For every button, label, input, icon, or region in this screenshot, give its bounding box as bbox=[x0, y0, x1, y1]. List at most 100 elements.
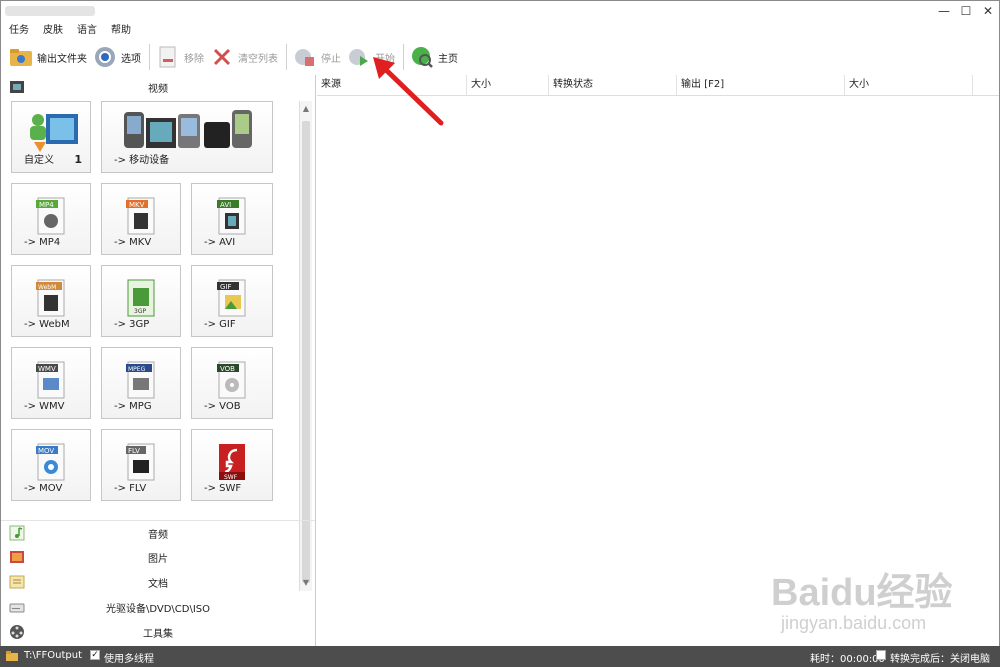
menu-task[interactable]: 任务 bbox=[9, 23, 29, 39]
category-video-label: 视频 bbox=[148, 83, 168, 95]
watermark-url: jingyan.baidu.com bbox=[781, 613, 927, 633]
toolbar-separator bbox=[286, 44, 287, 70]
format-grid: 自定义 1 -> 移动设备 MP4 -> MP4 MKV -> MKV AVI … bbox=[11, 101, 301, 591]
options-button[interactable]: 选项 bbox=[93, 44, 141, 70]
red-pointer-arrow bbox=[373, 57, 444, 126]
category-optical-disc[interactable]: 光驱设备\DVD\CD\ISO bbox=[1, 595, 315, 619]
tile-mobile-devices[interactable]: -> 移动设备 bbox=[101, 101, 273, 173]
menu-help[interactable]: 帮助 bbox=[111, 23, 131, 39]
swf-badge-text: SWF bbox=[224, 474, 238, 481]
tile-gif[interactable]: GIF -> GIF bbox=[191, 265, 273, 337]
mov-file-icon: MOV bbox=[34, 442, 68, 482]
3gp-file-icon: 3GP bbox=[124, 278, 158, 318]
tile-webm[interactable]: WebM -> WebM bbox=[11, 265, 91, 337]
picture-icon bbox=[9, 549, 25, 565]
clear-list-label: 清空列表 bbox=[238, 53, 278, 65]
mp4-file-icon: MP4 bbox=[34, 196, 68, 236]
category-image-label: 图片 bbox=[148, 553, 168, 565]
remove-button[interactable]: 移除 bbox=[156, 44, 204, 70]
vob-badge-text: VOB bbox=[220, 365, 235, 373]
wmv-badge-text: WMV bbox=[38, 365, 56, 373]
tile-label: -> MPG bbox=[114, 401, 152, 412]
tile-3gp[interactable]: 3GP -> 3GP bbox=[101, 265, 181, 337]
tile-wmv[interactable]: WMV -> WMV bbox=[11, 347, 91, 419]
flv-badge-text: FLV bbox=[128, 447, 140, 455]
output-path[interactable]: T:\FFOutput bbox=[24, 650, 82, 661]
category-document[interactable]: 文档 bbox=[1, 570, 315, 594]
tile-label: -> MP4 bbox=[24, 237, 61, 248]
tile-label: -> VOB bbox=[204, 401, 241, 412]
menu-skin[interactable]: 皮肤 bbox=[43, 23, 63, 39]
elapsed-time: 耗时：00:00:00 bbox=[810, 654, 885, 665]
tile-mpg[interactable]: MPEG -> MPG bbox=[101, 347, 181, 419]
mpeg-badge-text: MPEG bbox=[128, 366, 146, 373]
category-image[interactable]: 图片 bbox=[1, 545, 315, 569]
stop-icon bbox=[293, 45, 317, 69]
mkv-file-icon: MKV bbox=[124, 196, 158, 236]
window-title-blurred bbox=[5, 6, 95, 16]
folder-icon bbox=[9, 45, 33, 69]
tile-label: -> GIF bbox=[204, 319, 236, 330]
tile-label: -> 3GP bbox=[114, 319, 150, 330]
scroll-up-arrow-icon[interactable]: ▲ bbox=[300, 103, 312, 115]
menu-bar: 任务 皮肤 语言 帮助 bbox=[9, 23, 131, 39]
tile-label: -> FLV bbox=[114, 483, 147, 494]
category-tools-label: 工具集 bbox=[143, 628, 173, 640]
gif-file-icon: GIF bbox=[215, 278, 249, 318]
menu-language[interactable]: 语言 bbox=[77, 23, 97, 39]
tile-swf[interactable]: SWF -> SWF bbox=[191, 429, 273, 501]
tile-mov[interactable]: MOV -> MOV bbox=[11, 429, 91, 501]
scroll-thumb[interactable] bbox=[302, 121, 310, 583]
close-button[interactable]: ✕ bbox=[977, 3, 999, 19]
after-complete-label: 转换完成后：关闭电脑 bbox=[890, 654, 990, 665]
clear-list-button[interactable]: 清空列表 bbox=[210, 44, 278, 70]
category-video[interactable]: 视频 bbox=[1, 75, 315, 99]
multithread-label: 使用多线程 bbox=[104, 654, 154, 665]
film-icon bbox=[9, 79, 25, 95]
tile-mkv[interactable]: MKV -> MKV bbox=[101, 183, 181, 255]
toolbar-separator bbox=[149, 44, 150, 70]
watermark-logo: Baidu经验 bbox=[771, 572, 953, 614]
left-scrollbar[interactable]: ▲ ▼ bbox=[299, 101, 312, 591]
minimize-button[interactable]: — bbox=[933, 3, 955, 19]
left-panel: 视频 自定义 1 -> 移动设备 MP4 -> MP4 MKV -> MKV A… bbox=[1, 75, 316, 647]
output-folder-button[interactable]: 输出文件夹 bbox=[9, 44, 87, 70]
output-folder-label: 输出文件夹 bbox=[37, 53, 87, 65]
custom-count: 1 bbox=[74, 153, 82, 166]
tile-flv[interactable]: FLV -> FLV bbox=[101, 429, 181, 501]
swf-flash-icon: SWF bbox=[215, 442, 249, 482]
column-size[interactable]: 大小 bbox=[467, 75, 549, 95]
tile-label: -> AVI bbox=[204, 237, 236, 248]
webm-file-icon: WebM bbox=[34, 278, 68, 318]
tile-label: -> WMV bbox=[24, 401, 65, 412]
wmv-file-icon: WMV bbox=[34, 360, 68, 400]
gif-badge-text: GIF bbox=[220, 283, 232, 291]
custom-people-film-icon bbox=[26, 110, 80, 154]
tile-custom[interactable]: 自定义 1 bbox=[11, 101, 91, 173]
music-note-icon bbox=[9, 525, 25, 541]
folder-icon[interactable] bbox=[6, 650, 18, 662]
tile-label: -> 移动设备 bbox=[114, 155, 170, 166]
tile-mp4[interactable]: MP4 -> MP4 bbox=[11, 183, 91, 255]
multithread-checkbox[interactable]: ✓ bbox=[90, 650, 100, 660]
avi-badge-text: AVI bbox=[220, 201, 231, 209]
category-tools[interactable]: 工具集 bbox=[1, 620, 315, 644]
tile-vob[interactable]: VOB -> VOB bbox=[191, 347, 273, 419]
tile-label: -> MOV bbox=[24, 483, 63, 494]
options-label: 选项 bbox=[121, 53, 141, 65]
clear-x-icon bbox=[210, 45, 234, 69]
document-icon bbox=[9, 574, 25, 590]
column-output[interactable]: 输出 [F2] bbox=[677, 75, 845, 95]
column-status[interactable]: 转换状态 bbox=[549, 75, 677, 95]
start-play-icon bbox=[347, 45, 371, 69]
webm-badge-text: WebM bbox=[38, 284, 56, 291]
category-optical-disc-label: 光驱设备\DVD\CD\ISO bbox=[105, 603, 211, 615]
column-output-size[interactable]: 大小 bbox=[845, 75, 973, 95]
mpeg-file-icon: MPEG bbox=[124, 360, 158, 400]
category-audio[interactable]: 音频 bbox=[1, 520, 315, 545]
tile-label: -> SWF bbox=[204, 483, 242, 494]
maximize-button[interactable]: ☐ bbox=[955, 3, 977, 19]
stop-button[interactable]: 停止 bbox=[293, 44, 341, 70]
tile-avi[interactable]: AVI -> AVI bbox=[191, 183, 273, 255]
after-complete-checkbox[interactable] bbox=[876, 650, 886, 660]
